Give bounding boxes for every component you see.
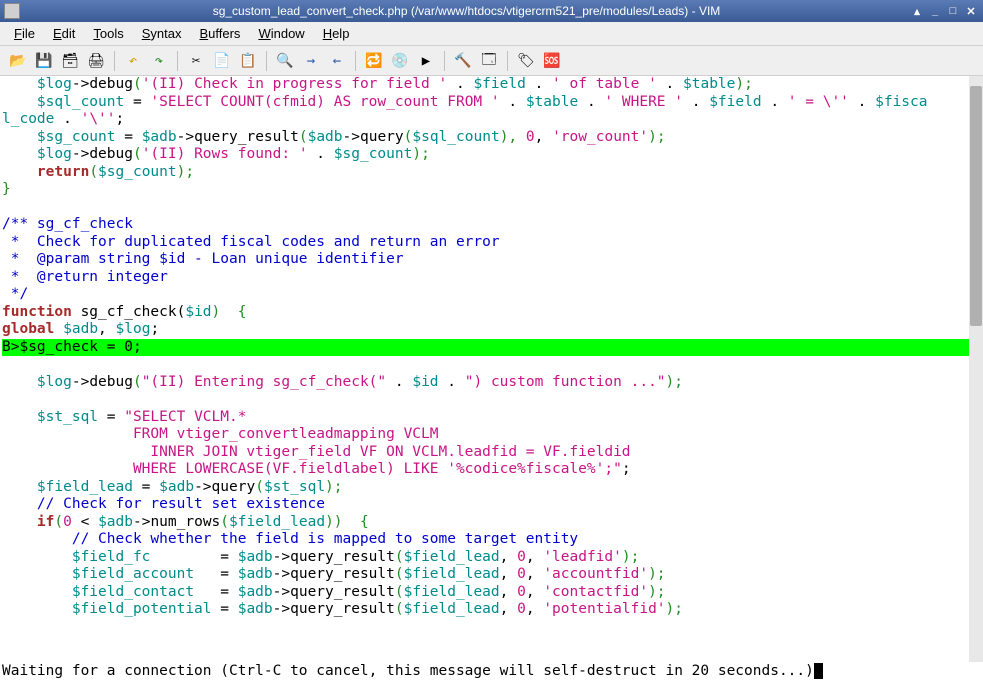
paste-icon[interactable]: 📋 (236, 49, 260, 73)
separator (507, 51, 508, 71)
statusbar: Waiting for a connection (Ctrl-C to canc… (0, 662, 983, 680)
print-icon[interactable]: 🖨 (84, 49, 108, 73)
separator (114, 51, 115, 71)
close-button[interactable]: ✕ (963, 3, 979, 19)
separator (444, 51, 445, 71)
script-icon[interactable]: ▶ (414, 49, 438, 73)
save-icon[interactable]: 💾 (32, 49, 56, 73)
shell-icon[interactable]: 🗔 (477, 49, 501, 73)
help-icon[interactable]: 🆘 (540, 49, 564, 73)
findnext-icon[interactable]: → (299, 49, 323, 73)
menu-file[interactable]: File (6, 24, 43, 43)
breakpoint-line: B>$sg_check = 0; (2, 339, 969, 357)
menubar: File Edit Tools Syntax Buffers Window He… (0, 22, 983, 46)
window-title: sg_custom_lead_convert_check.php (/var/w… (24, 4, 909, 18)
menu-edit[interactable]: Edit (45, 24, 83, 43)
rollup-button[interactable]: ▴ (909, 3, 925, 19)
separator (355, 51, 356, 71)
replace-icon[interactable]: 🔁 (362, 49, 386, 73)
app-icon (4, 3, 20, 19)
scrollbar-thumb[interactable] (970, 86, 982, 326)
cursor-icon (814, 663, 823, 679)
redo-icon[interactable]: ↷ (147, 49, 171, 73)
maximize-button[interactable]: □ (945, 3, 961, 19)
make-icon[interactable]: 🔨 (451, 49, 475, 73)
window-controls: ▴ _ □ ✕ (909, 3, 979, 19)
saveall-icon[interactable]: 🗃 (58, 49, 82, 73)
find-icon[interactable]: 🔍 (273, 49, 297, 73)
toolbar: 📂 💾 🗃 🖨 ↶ ↷ ✂ 📄 📋 🔍 → ← 🔁 💿 ▶ 🔨 🗔 🏷 🆘 (0, 46, 983, 76)
window-titlebar: sg_custom_lead_convert_check.php (/var/w… (0, 0, 983, 22)
menu-window[interactable]: Window (250, 24, 312, 43)
findprev-icon[interactable]: ← (325, 49, 349, 73)
status-message: Waiting for a connection (Ctrl-C to canc… (2, 663, 814, 679)
session-icon[interactable]: 💿 (388, 49, 412, 73)
code-editor[interactable]: $log->debug('(II) Check in progress for … (0, 76, 983, 662)
separator (177, 51, 178, 71)
vertical-scrollbar[interactable] (969, 76, 983, 662)
minimize-button[interactable]: _ (927, 3, 943, 19)
menu-syntax[interactable]: Syntax (134, 24, 190, 43)
code-content: $log->debug('(II) Check in progress for … (0, 76, 983, 619)
copy-icon[interactable]: 📄 (210, 49, 234, 73)
open-icon[interactable]: 📂 (6, 49, 30, 73)
undo-icon[interactable]: ↶ (121, 49, 145, 73)
menu-help[interactable]: Help (315, 24, 358, 43)
cut-icon[interactable]: ✂ (184, 49, 208, 73)
menu-tools[interactable]: Tools (85, 24, 131, 43)
separator (266, 51, 267, 71)
menu-buffers[interactable]: Buffers (191, 24, 248, 43)
tags-icon[interactable]: 🏷 (514, 49, 538, 73)
